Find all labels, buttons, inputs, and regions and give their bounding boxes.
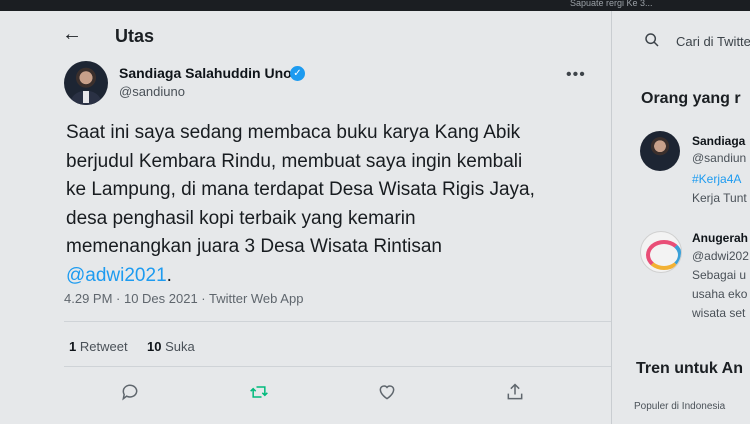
- like-count-value: 10: [147, 339, 162, 354]
- author-handle[interactable]: @sandiuno: [119, 84, 185, 99]
- person-bio: usaha eko: [692, 287, 748, 301]
- person-bio: Sebagai u: [692, 268, 747, 282]
- mention-suffix: .: [166, 264, 172, 286]
- author-avatar[interactable]: [64, 61, 108, 105]
- person-handle[interactable]: @adwi202: [692, 249, 749, 263]
- like-count-label: Suka: [165, 339, 195, 354]
- share-icon[interactable]: [505, 382, 525, 402]
- page-title: Utas: [115, 26, 155, 46]
- person-avatar[interactable]: [640, 231, 682, 273]
- reply-icon[interactable]: [120, 382, 140, 402]
- like-icon[interactable]: [377, 382, 397, 402]
- divider: [64, 321, 611, 322]
- search-input[interactable]: Cari di Twitte: [676, 34, 750, 49]
- browser-tab-text: Sapuate rergi Ke 3...: [570, 0, 653, 8]
- tweet-text-line: ke Lampung, di mana terdapat Desa Wisata…: [66, 179, 535, 201]
- verified-badge-icon: ✓: [290, 66, 305, 81]
- tweet-text-line: Saat ini saya sedang membaca buku karya …: [66, 122, 521, 143]
- person-name[interactable]: Sandiaga: [692, 134, 745, 148]
- retweet-count-value: 1: [69, 339, 77, 354]
- person-handle[interactable]: @sandiun: [692, 151, 746, 165]
- trend-category: Populer di Indonesia: [634, 401, 726, 412]
- tweet-text-line: berjudul Kembara Rindu, membuat saya ing…: [66, 150, 523, 172]
- mention-link[interactable]: @adwi2021: [66, 265, 167, 286]
- retweet-count-label: Retweet: [79, 339, 128, 354]
- thread-header: ← Utas: [0, 11, 611, 61]
- person-bio: wisata set: [692, 306, 746, 320]
- column-divider: [611, 11, 612, 424]
- arrow-left-icon[interactable]: ←: [62, 23, 82, 46]
- tweet-text-line: memenangkan juara 3 Desa Wisata Rintisan: [66, 236, 442, 258]
- more-options-icon[interactable]: •••: [566, 66, 586, 84]
- person-bio: Kerja Tunt: [692, 191, 747, 205]
- person-avatar[interactable]: [640, 131, 680, 171]
- like-count[interactable]: 10 Suka: [147, 339, 195, 354]
- tweet-text-line: desa penghasil kopi terbaik yang kemarin: [66, 207, 416, 229]
- tweet-text: Saat ini saya sedang membaca buku karya …: [66, 119, 606, 291]
- search-icon[interactable]: [644, 32, 660, 48]
- retweet-icon[interactable]: [249, 382, 269, 402]
- person-bio-hashtag[interactable]: #Kerja4A: [692, 172, 741, 186]
- divider: [64, 366, 611, 367]
- tweet-timestamp[interactable]: 4.29 PM · 10 Des 2021 · Twitter Web App: [64, 291, 303, 306]
- trends-heading: Tren untuk An: [636, 360, 743, 377]
- author-name[interactable]: Sandiaga Salahuddin Uno: [119, 65, 292, 81]
- browser-top-bar: Sapuate rergi Ke 3...: [0, 0, 750, 11]
- retweet-count[interactable]: 1 Retweet: [69, 339, 128, 354]
- tweet-text-line-last: @adwi2021.: [66, 262, 606, 291]
- relevant-people-heading: Orang yang r: [641, 90, 741, 107]
- person-name[interactable]: Anugerah: [692, 231, 748, 245]
